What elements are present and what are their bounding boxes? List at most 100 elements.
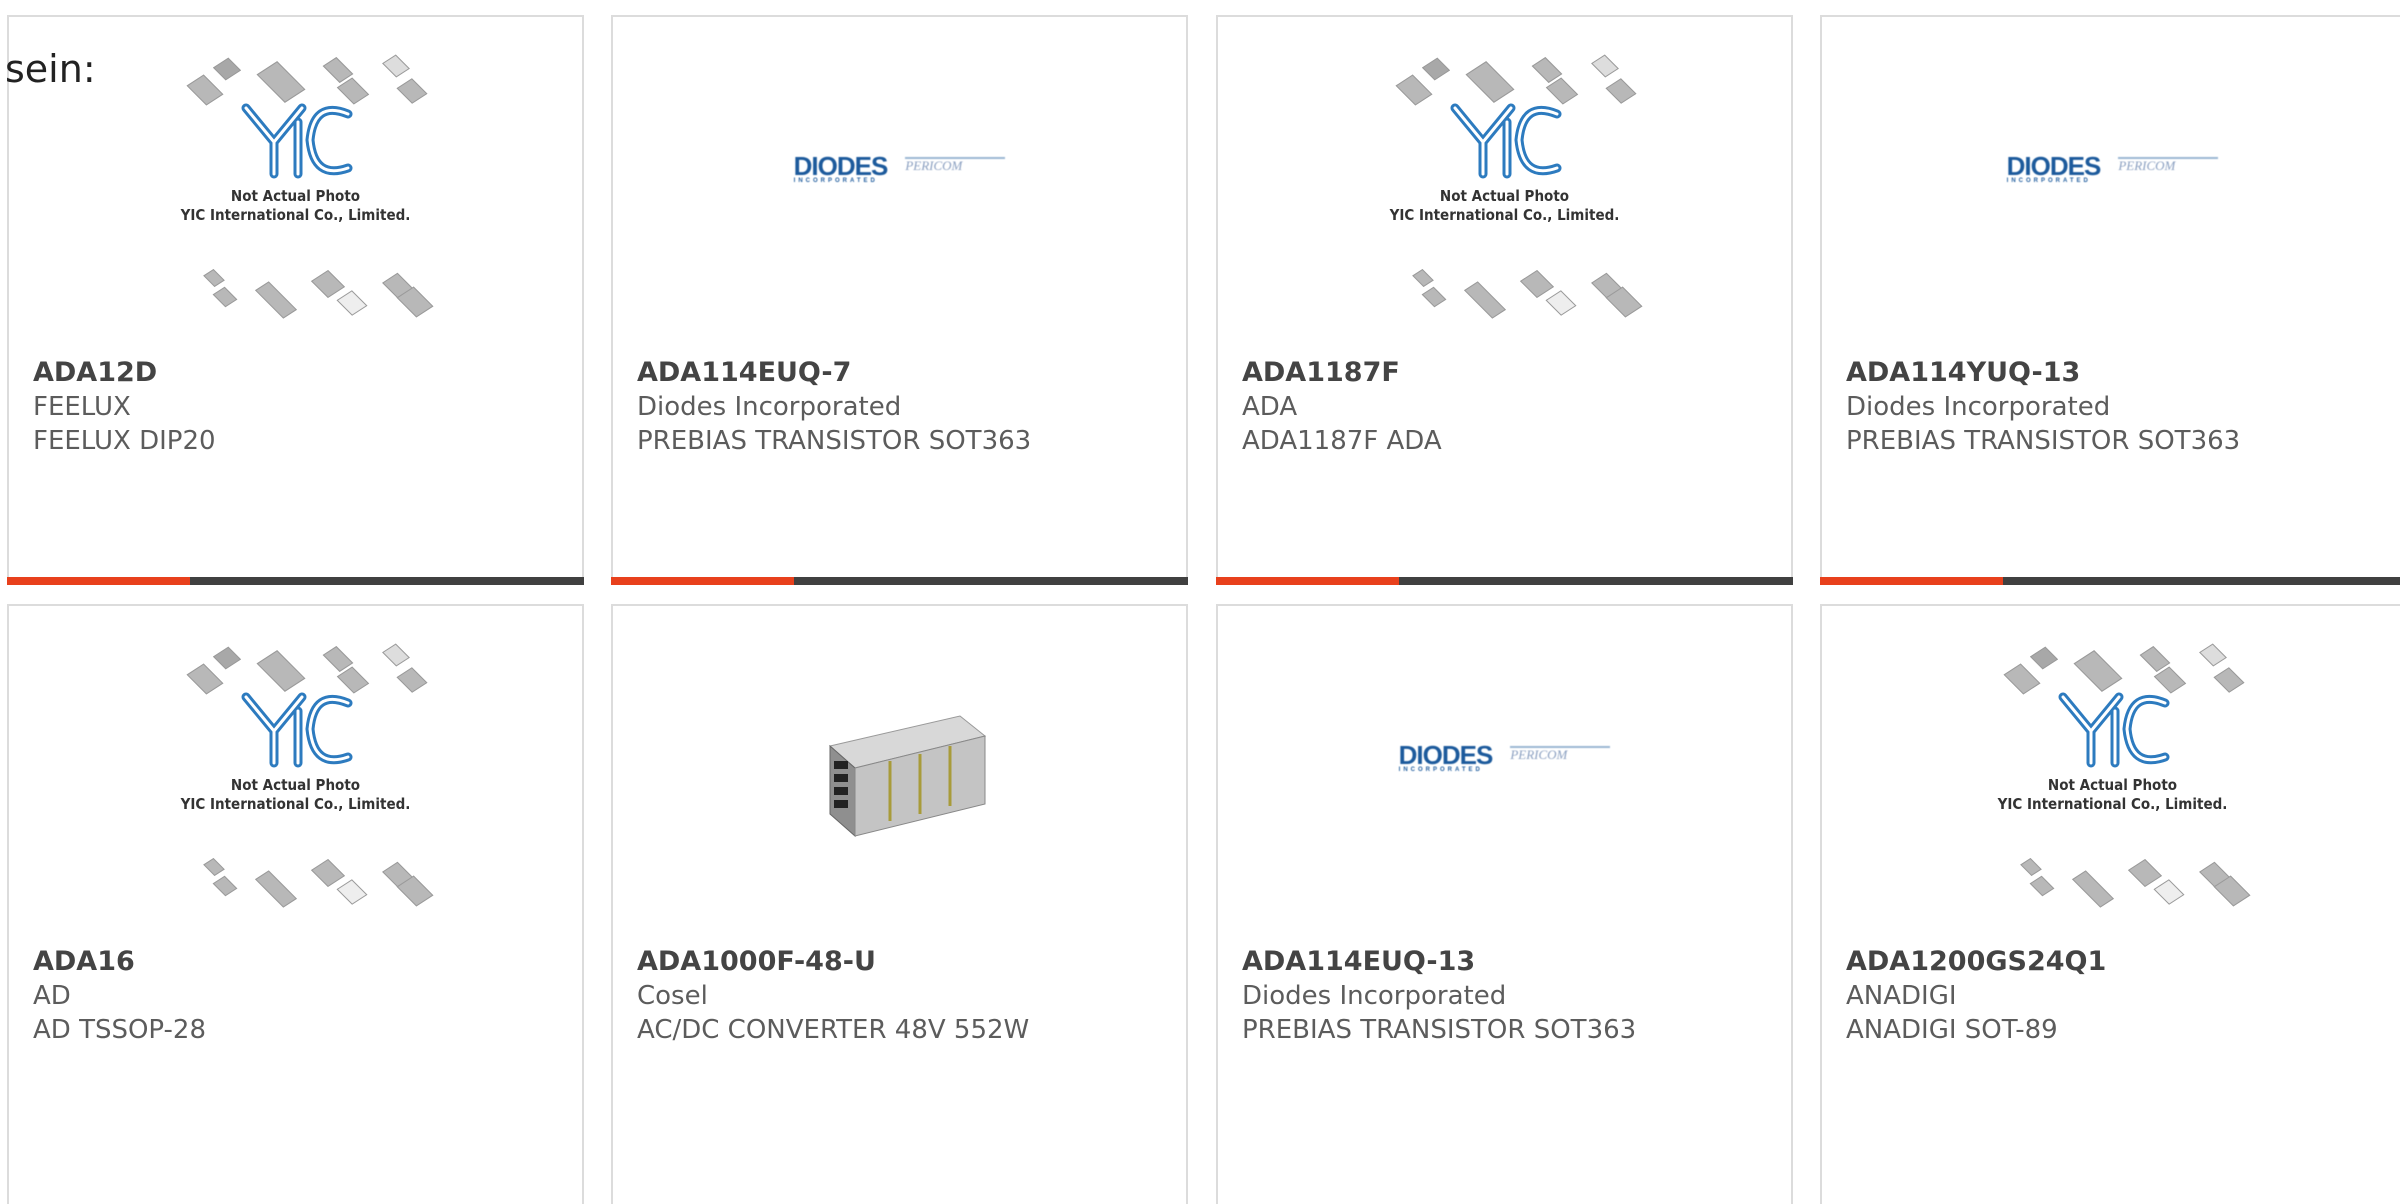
chip-glyph (212, 286, 237, 308)
pericom-brand: PERICOM (1510, 746, 1611, 766)
part-number[interactable]: ADA16 (33, 945, 572, 979)
description: AD TSSOP-28 (33, 1015, 206, 1045)
part-number[interactable]: ADA114EUQ-13 (1242, 945, 1781, 979)
pericom-brand: PERICOM (905, 157, 1006, 177)
product-info: ADA1187F ADA ADA1187F ADA (1242, 356, 1781, 458)
product-info: ADA114EUQ-13 Diodes Incorporated PREBIAS T… (1242, 945, 1781, 1047)
description: ADA1187F ADA (1242, 426, 1442, 456)
product-image[interactable]: Not Actual Photo YIC International Co., L… (1822, 606, 2400, 946)
chip-glyph (1590, 54, 1619, 78)
placeholder-caption: Not Actual Photo YIC International Co., L… (146, 776, 446, 814)
card-hover-bar-accent (7, 577, 190, 585)
product-image[interactable]: DIODES INCORPORATED PERICOM (1218, 606, 1791, 946)
chip-glyph (2029, 646, 2058, 670)
description: PREBIAS TRANSISTOR SOT363 (1846, 426, 2241, 456)
chip-glyph (254, 281, 297, 319)
product-image[interactable]: DIODES INCORPORATED PERICOM (613, 17, 1186, 357)
diodes-brand-text: DIODES (793, 150, 889, 181)
chip-glyph (254, 870, 297, 908)
diodes-pericom-logo: DIODES INCORPORATED PERICOM (2007, 151, 2219, 184)
caption-line-1: Not Actual Photo (230, 187, 361, 205)
product-card[interactable]: DIODES INCORPORATED PERICOM ADA114EUQ-13 Dio… (1216, 604, 1793, 1204)
yic-logo (1963, 691, 2263, 773)
caption-line-1: Not Actual Photo (1439, 187, 1570, 205)
part-number[interactable]: ADA114YUQ-13 (1846, 356, 2393, 390)
chip-glyph (202, 858, 225, 876)
chip-glyph (2029, 875, 2054, 897)
chip-glyph (396, 78, 427, 104)
product-card[interactable]: Not Actual Photo YIC International Co., L… (1216, 15, 1793, 585)
part-number[interactable]: ADA1187F (1242, 356, 1781, 390)
product-image[interactable] (613, 606, 1186, 946)
part-number[interactable]: ADA12D (33, 356, 572, 390)
yic-logo (1355, 102, 1655, 184)
chip-glyph (336, 879, 367, 905)
chip-glyph (212, 875, 237, 897)
chip-glyph (2073, 650, 2122, 692)
product-image[interactable]: DIODES INCORPORATED PERICOM (1822, 17, 2400, 357)
chip-group-bottom (186, 851, 433, 911)
chip-glyph (1411, 269, 1434, 287)
card-hover-bar (7, 577, 584, 585)
chip-glyph (1395, 74, 1432, 106)
product-card[interactable]: DIODES INCORPORATED PERICOM ADA114YUQ-13 Dio… (1820, 15, 2400, 585)
diodes-brand: DIODES INCORPORATED (1398, 739, 1494, 773)
chip-glyph (2198, 643, 2227, 667)
chip-group-bottom (186, 262, 433, 322)
caption-line-1: Not Actual Photo (2047, 776, 2178, 794)
description: AC/DC CONVERTER 48V 552W (637, 1015, 1030, 1045)
yic-logo (146, 102, 446, 184)
manufacturer: ANADIGI (1846, 981, 1957, 1011)
chip-glyph (1421, 57, 1450, 81)
product-card[interactable]: Not Actual Photo YIC International Co., L… (1820, 604, 2400, 1204)
product-card[interactable]: DIODES INCORPORATED PERICOM ADA114EUQ-7 Diod… (611, 15, 1188, 585)
chip-glyph (212, 646, 241, 670)
chip-glyph (1545, 290, 1576, 316)
pericom-brand: PERICOM (2118, 157, 2219, 177)
not-actual-photo-placeholder: Not Actual Photo YIC International Co., L… (1355, 52, 1655, 322)
not-actual-photo-placeholder: Not Actual Photo YIC International Co., L… (146, 52, 446, 322)
description: PREBIAS TRANSISTOR SOT363 (1242, 1015, 1637, 1045)
caption-line-2: YIC International Co., Limited. (1389, 206, 1620, 224)
manufacturer: Diodes Incorporated (1846, 392, 2111, 422)
chip-glyph (186, 74, 223, 106)
diodes-brand: DIODES INCORPORATED (793, 150, 889, 184)
product-card[interactable]: Not Actual Photo YIC International Co., L… (7, 604, 584, 1204)
product-info: ADA12D FEELUX FEELUX DIP20 (33, 356, 572, 458)
card-hover-bar-accent (1820, 577, 2003, 585)
product-info: ADA114YUQ-13 Diodes Incorporated PREBIAS T… (1846, 356, 2393, 458)
chip-glyph (212, 57, 241, 81)
product-info: ADA1200GS24Q1 ANADIGI ANADIGI SOT-89 (1846, 945, 2393, 1047)
card-hover-bar (611, 577, 1188, 585)
card-hover-bar (1820, 577, 2400, 585)
part-number[interactable]: ADA1000F-48-U (637, 945, 1176, 979)
chip-glyph (2127, 858, 2162, 888)
product-card[interactable]: ADA1000F-48-U Cosel AC/DC CONVERTER 48V 55… (611, 604, 1188, 1204)
card-hover-bar-accent (611, 577, 794, 585)
chip-glyph (1605, 78, 1636, 104)
product-info: ADA1000F-48-U Cosel AC/DC CONVERTER 48V 55… (637, 945, 1176, 1047)
product-card[interactable]: Not Actual Photo YIC International Co., L… (7, 15, 584, 585)
chip-glyph (256, 61, 305, 103)
chip-glyph (1519, 269, 1554, 299)
diodes-brand-sub: INCORPORATED (2006, 177, 2091, 184)
diodes-brand-text: DIODES (2006, 150, 2102, 181)
yic-logo (146, 691, 446, 773)
part-number[interactable]: ADA114EUQ-7 (637, 356, 1176, 390)
caption-line-2: YIC International Co., Limited. (180, 795, 411, 813)
chip-glyph (2019, 858, 2042, 876)
power-supply-photo (810, 706, 990, 846)
card-hover-bar (1216, 577, 1793, 585)
product-grid: Not Actual Photo YIC International Co., L… (0, 0, 2400, 1204)
product-image[interactable]: Not Actual Photo YIC International Co., L… (9, 606, 582, 946)
part-number[interactable]: ADA1200GS24Q1 (1846, 945, 2393, 979)
diodes-brand-text: DIODES (1398, 739, 1494, 770)
product-image[interactable]: Not Actual Photo YIC International Co., L… (1218, 17, 1791, 357)
manufacturer: ADA (1242, 392, 1298, 422)
chip-glyph (2003, 663, 2040, 695)
manufacturer: FEELUX (33, 392, 131, 422)
chip-glyph (396, 667, 427, 693)
manufacturer: Diodes Incorporated (1242, 981, 1507, 1011)
chip-glyph (336, 290, 367, 316)
chip-group-bottom (1395, 262, 1642, 322)
